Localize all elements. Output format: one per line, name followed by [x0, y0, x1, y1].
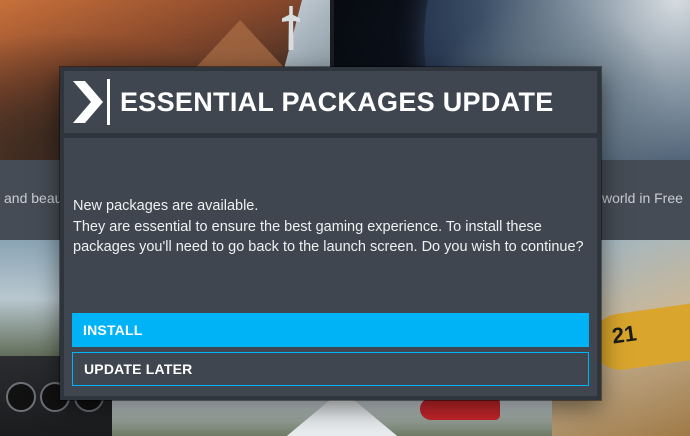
plane-number: 21 — [610, 320, 639, 349]
screen: and beau world in Free 21 ESSENTIAL PACK… — [0, 0, 690, 436]
message-line: packages you'll need to go back to the l… — [73, 239, 584, 255]
background-caption-right: world in Free — [602, 190, 683, 206]
gauge-icon — [6, 382, 36, 412]
dialog-title: ESSENTIAL PACKAGES UPDATE — [120, 86, 554, 117]
message-line: New packages are available. — [73, 198, 259, 214]
background-caption-left: and beau — [4, 190, 63, 206]
install-button[interactable]: INSTALL — [72, 313, 589, 347]
plane-shape — [588, 302, 690, 374]
update-later-button[interactable]: UPDATE LATER — [72, 352, 589, 386]
header-divider — [107, 79, 110, 125]
dialog-message: New packages are available. They are ess… — [73, 196, 588, 258]
chevron-right-icon — [73, 81, 103, 123]
helicopter-shape — [420, 398, 500, 420]
message-line: They are essential to ensure the best ga… — [73, 218, 542, 235]
dialog-header: ESSENTIAL PACKAGES UPDATE — [64, 71, 597, 133]
update-dialog: ESSENTIAL PACKAGES UPDATE New packages a… — [60, 67, 601, 400]
